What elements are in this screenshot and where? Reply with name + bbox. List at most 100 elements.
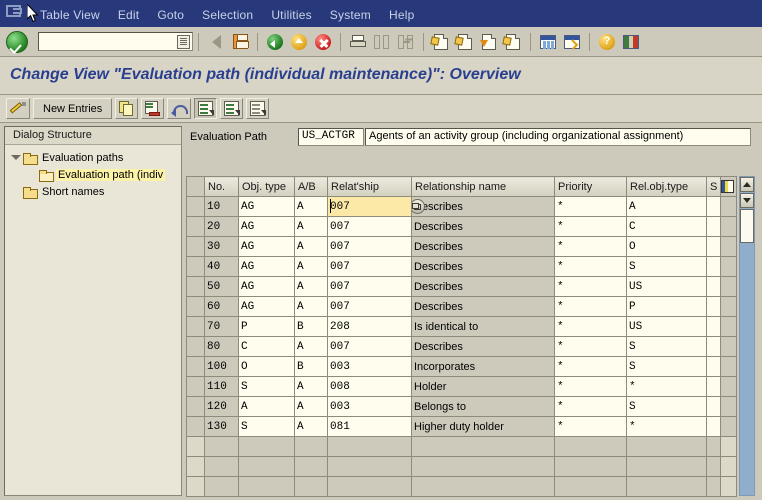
cell-s[interactable] xyxy=(706,236,721,257)
menu-system[interactable]: System xyxy=(321,8,380,27)
row-select-cell[interactable] xyxy=(186,456,205,477)
cell-ab[interactable]: A xyxy=(294,396,328,417)
cell-s[interactable] xyxy=(706,276,721,297)
cell-obj-type[interactable]: P xyxy=(238,316,295,337)
deselect-all-button[interactable] xyxy=(246,98,270,119)
menu-help[interactable]: Help xyxy=(380,8,423,27)
cell-ab[interactable]: A xyxy=(294,416,328,437)
column-header-rel-obj-type[interactable]: Rel.obj.type xyxy=(626,176,707,197)
cell-rel-obj-type[interactable]: S xyxy=(626,256,707,277)
tree-item-evaluation-paths[interactable]: Evaluation paths xyxy=(5,149,181,166)
table-row[interactable]: 60 AG A 007 Describes * P xyxy=(186,296,737,317)
cell-rel-obj-type[interactable]: S xyxy=(626,336,707,357)
find-button[interactable] xyxy=(371,31,393,53)
cell-rel-obj-type[interactable]: US xyxy=(626,276,707,297)
cell-priority[interactable]: * xyxy=(554,416,627,437)
cell-relationship-name[interactable]: Describes xyxy=(411,296,555,317)
cell-priority[interactable]: * xyxy=(554,356,627,377)
cell-relationship[interactable]: 003 xyxy=(327,396,412,417)
row-select-cell[interactable] xyxy=(186,416,205,437)
column-header-relationship-name[interactable]: Relationship name xyxy=(411,176,555,197)
column-header-obj-type[interactable]: Obj. type xyxy=(238,176,295,197)
cell-ab[interactable]: A xyxy=(294,336,328,357)
cell-ab[interactable]: A xyxy=(294,196,328,217)
table-row[interactable]: 70 P B 208 Is identical to * US xyxy=(186,316,737,337)
table-row[interactable]: 50 AG A 007 Describes * US xyxy=(186,276,737,297)
column-header-ab[interactable]: A/B xyxy=(294,176,328,197)
cell-s[interactable] xyxy=(706,256,721,277)
table-row[interactable]: 110 S A 008 Holder * * xyxy=(186,376,737,397)
cell-s[interactable] xyxy=(706,336,721,357)
command-history-icon[interactable] xyxy=(177,35,190,49)
scroll-thumb[interactable] xyxy=(740,209,754,243)
cell-s[interactable] xyxy=(706,316,721,337)
cell-no[interactable]: 60 xyxy=(204,296,239,317)
menu-goto[interactable]: Goto xyxy=(148,8,193,27)
back-arrow-button[interactable] xyxy=(205,31,227,53)
table-vertical-scrollbar[interactable] xyxy=(739,176,755,496)
cell-no[interactable]: 100 xyxy=(204,356,239,377)
cell-obj-type[interactable]: AG xyxy=(238,216,295,237)
row-select-cell[interactable] xyxy=(186,336,205,357)
cell-relationship[interactable]: 007 xyxy=(327,236,412,257)
cell-relationship[interactable]: 208 xyxy=(327,316,412,337)
table-row[interactable]: 10 AG A 007 Describes * A xyxy=(186,196,737,217)
cell-rel-obj-type[interactable]: S xyxy=(626,396,707,417)
cell-obj-type[interactable]: AG xyxy=(238,196,295,217)
help-button[interactable]: ? xyxy=(596,31,618,53)
cell-priority[interactable]: * xyxy=(554,296,627,317)
cell-no[interactable]: 40 xyxy=(204,256,239,277)
row-select-cell[interactable] xyxy=(186,276,205,297)
row-select-cell[interactable] xyxy=(186,436,205,457)
row-select-cell[interactable] xyxy=(186,476,205,497)
new-entries-button[interactable]: New Entries xyxy=(33,98,113,119)
command-field[interactable] xyxy=(38,32,193,51)
cell-priority[interactable]: * xyxy=(554,256,627,277)
cell-s[interactable] xyxy=(706,356,721,377)
f4-value-help-icon[interactable] xyxy=(412,199,425,214)
column-header-relationship[interactable]: Relat'ship xyxy=(327,176,412,197)
cell-relationship-name[interactable]: Describes xyxy=(411,276,555,297)
table-row-empty[interactable] xyxy=(186,476,737,497)
cell-rel-obj-type[interactable]: * xyxy=(626,416,707,437)
menu-table-view[interactable]: Table View xyxy=(31,8,109,27)
select-all-rows-header[interactable] xyxy=(186,176,205,197)
table-row[interactable]: 130 S A 081 Higher duty holder * * xyxy=(186,416,737,437)
column-header-no[interactable]: No. xyxy=(204,176,239,197)
tree-item-evaluation-path-individual[interactable]: Evaluation path (indiv xyxy=(5,166,181,183)
cell-relationship-name[interactable]: Incorporates xyxy=(411,356,555,377)
row-select-cell[interactable] xyxy=(186,316,205,337)
cell-ab[interactable]: A xyxy=(294,296,328,317)
cell-obj-type[interactable]: AG xyxy=(238,296,295,317)
column-header-s[interactable]: S xyxy=(706,176,721,197)
cell-ab[interactable]: B xyxy=(294,356,328,377)
cell-rel-obj-type[interactable]: * xyxy=(626,376,707,397)
cell-no[interactable]: 20 xyxy=(204,216,239,237)
cell-priority[interactable]: * xyxy=(554,336,627,357)
cell-no[interactable]: 110 xyxy=(204,376,239,397)
cancel-button[interactable] xyxy=(312,31,334,53)
cell-ab[interactable]: A xyxy=(294,376,328,397)
delete-button[interactable] xyxy=(141,98,165,119)
row-select-cell[interactable] xyxy=(186,196,205,217)
cell-rel-obj-type[interactable]: P xyxy=(626,296,707,317)
cell-ab[interactable]: A xyxy=(294,236,328,257)
cell-obj-type[interactable]: C xyxy=(238,336,295,357)
row-select-cell[interactable] xyxy=(186,376,205,397)
cell-relationship-name[interactable]: Describes xyxy=(411,336,555,357)
cell-relationship-name[interactable]: Describes xyxy=(411,256,555,277)
cell-rel-obj-type[interactable]: A xyxy=(626,196,707,217)
layout-menu-button[interactable] xyxy=(620,31,642,53)
cell-rel-obj-type[interactable]: C xyxy=(626,216,707,237)
row-select-cell[interactable] xyxy=(186,256,205,277)
find-next-button[interactable] xyxy=(395,31,417,53)
cell-ab[interactable]: A xyxy=(294,256,328,277)
cell-s[interactable] xyxy=(706,396,721,417)
cell-priority[interactable]: * xyxy=(554,316,627,337)
cell-ab[interactable]: A xyxy=(294,216,328,237)
cell-no[interactable]: 80 xyxy=(204,336,239,357)
last-page-button[interactable] xyxy=(502,31,524,53)
select-block-button[interactable] xyxy=(220,98,244,119)
cell-relationship-name[interactable]: Higher duty holder xyxy=(411,416,555,437)
cell-priority[interactable]: * xyxy=(554,396,627,417)
